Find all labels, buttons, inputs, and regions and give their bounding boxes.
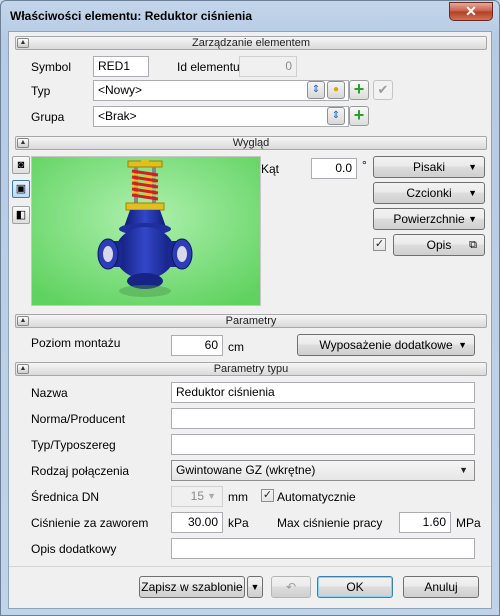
max-pressure-label: Max ciśnienie pracy: [277, 516, 383, 530]
section-title: Parametry typu: [213, 363, 289, 375]
dialog-client: ▲ Zarządzanie elementem Symbol RED1 Id e…: [8, 31, 492, 609]
description-button-label: Opis: [426, 238, 452, 252]
dialog-window: Właściwości elementu: Reduktor ciśnienia…: [0, 0, 500, 616]
section-header-management[interactable]: ▲ Zarządzanie elementem: [15, 36, 487, 50]
browse-type-icon[interactable]: ⇕: [307, 81, 325, 99]
norm-label: Norma/Producent: [31, 412, 126, 426]
window-title: Właściwości elementu: Reduktor ciśnienia: [10, 9, 253, 23]
confirm-type-button[interactable]: ✔: [373, 80, 393, 100]
dn-unit: mm: [228, 490, 248, 504]
pressure-after-valve-input[interactable]: 30.00: [171, 512, 223, 533]
section-title: Parametry: [225, 315, 277, 327]
collapse-icon[interactable]: ▲: [17, 364, 29, 374]
dn-label: Średnica DN: [31, 490, 100, 504]
description-button[interactable]: Opis ⧉: [393, 234, 485, 256]
mount-level-unit: cm: [228, 340, 244, 354]
dropdown-arrow-icon: ▼: [250, 582, 260, 592]
section-header-type-params[interactable]: ▲ Parametry typu: [15, 362, 487, 376]
dropdown-arrow-icon: ▼: [468, 162, 477, 172]
undo-button: ↶: [271, 576, 311, 598]
element-id-field: 0: [239, 56, 297, 77]
plus-icon: +: [353, 79, 365, 99]
mount-level-input[interactable]: 60: [171, 335, 223, 356]
cancel-button[interactable]: Anuluj: [403, 576, 479, 598]
connection-type-value: Gwintowane GZ (wkrętne): [176, 463, 316, 477]
close-button[interactable]: ✕: [449, 2, 493, 21]
symbol-input[interactable]: RED1: [93, 56, 149, 77]
save-template-dropdown[interactable]: ▼: [247, 576, 263, 598]
add-group-button[interactable]: +: [349, 106, 369, 126]
check-icon: ✔: [377, 82, 389, 97]
open-icon: ⧉: [469, 239, 477, 251]
ok-label: OK: [346, 580, 364, 594]
fonts-button[interactable]: Czcionki ▼: [373, 182, 485, 204]
fonts-button-label: Czcionki: [406, 186, 452, 200]
save-template-label: Zapisz w szablonie: [141, 580, 243, 594]
symbol-label: Symbol: [31, 60, 72, 74]
series-label: Typ/Typoszereg: [31, 438, 116, 452]
max-pressure-input[interactable]: 1.60: [399, 512, 451, 533]
group-label: Grupa: [31, 110, 65, 124]
cancel-label: Anuluj: [424, 580, 458, 594]
close-icon: ✕: [465, 3, 477, 19]
add-type-button[interactable]: +: [349, 80, 369, 100]
chevron-down-icon: ▼: [459, 465, 468, 475]
extra-equipment-label: Wyposażenie dodatkowe: [319, 338, 453, 352]
dropdown-arrow-icon: ▼: [468, 214, 477, 224]
section-title: Zarządzanie elementem: [191, 37, 310, 49]
collapse-icon[interactable]: ▲: [17, 316, 29, 326]
type-label: Typ: [31, 84, 51, 98]
angle-input[interactable]: 0.0: [311, 158, 357, 179]
undo-icon: ↶: [285, 580, 297, 594]
auto-label: Automatycznie: [277, 490, 356, 504]
chevron-down-icon: ▼: [207, 491, 216, 501]
footer-divider: [9, 566, 491, 567]
bulb-icon[interactable]: ●: [327, 81, 345, 99]
dn-select: 15 ▼: [171, 486, 223, 507]
dn-value: 15: [190, 489, 204, 503]
view-2d-icon[interactable]: ▣: [12, 180, 30, 198]
plus-icon: +: [353, 105, 365, 125]
extra-equipment-button[interactable]: Wyposażenie dodatkowe ▼: [297, 334, 475, 356]
element-id-label: Id elementu: [177, 60, 240, 74]
surfaces-button-label: Powierzchnie: [393, 212, 465, 226]
camera-icon[interactable]: ◙: [12, 156, 30, 174]
max-pressure-unit: MPa: [456, 516, 481, 530]
mount-level-label: Poziom montażu: [31, 336, 121, 350]
ok-button[interactable]: OK: [317, 576, 393, 598]
browse-group-icon[interactable]: ⇕: [327, 107, 345, 125]
dropdown-arrow-icon: ▼: [458, 340, 467, 350]
element-preview: [31, 156, 261, 306]
view-3d-icon[interactable]: ◧: [12, 206, 30, 224]
name-input[interactable]: Reduktor ciśnienia: [171, 382, 475, 403]
series-input[interactable]: [171, 434, 475, 455]
valve-preview-image: [32, 157, 260, 305]
section-title: Wygląd: [232, 137, 270, 149]
pressure-unit: kPa: [228, 516, 249, 530]
connection-type-select[interactable]: Gwintowane GZ (wkrętne) ▼: [171, 460, 475, 481]
group-field[interactable]: <Brak>: [93, 106, 349, 127]
norm-input[interactable]: [171, 408, 475, 429]
collapse-icon[interactable]: ▲: [17, 138, 29, 148]
collapse-icon[interactable]: ▲: [17, 38, 29, 48]
dropdown-arrow-icon: ▼: [468, 188, 477, 198]
description-checkbox[interactable]: ✓: [373, 238, 386, 251]
extra-description-input[interactable]: [171, 538, 475, 559]
surfaces-button[interactable]: Powierzchnie ▼: [373, 208, 485, 230]
save-template-button[interactable]: Zapisz w szablonie: [139, 576, 245, 598]
name-label: Nazwa: [31, 386, 68, 400]
title-bar[interactable]: Właściwości elementu: Reduktor ciśnienia…: [1, 1, 499, 31]
pens-button-label: Pisaki: [412, 160, 445, 174]
pens-button[interactable]: Pisaki ▼: [373, 156, 485, 178]
angle-label: Kąt: [261, 162, 280, 176]
section-header-params[interactable]: ▲ Parametry: [15, 314, 487, 328]
pressure-after-valve-label: Ciśnienie za zaworem: [31, 516, 149, 530]
degree-unit: °: [362, 158, 367, 172]
section-header-appearance[interactable]: ▲ Wygląd: [15, 136, 487, 150]
connection-type-label: Rodzaj połączenia: [31, 464, 130, 478]
auto-checkbox[interactable]: ✓: [261, 489, 274, 502]
extra-description-label: Opis dodatkowy: [31, 542, 117, 556]
